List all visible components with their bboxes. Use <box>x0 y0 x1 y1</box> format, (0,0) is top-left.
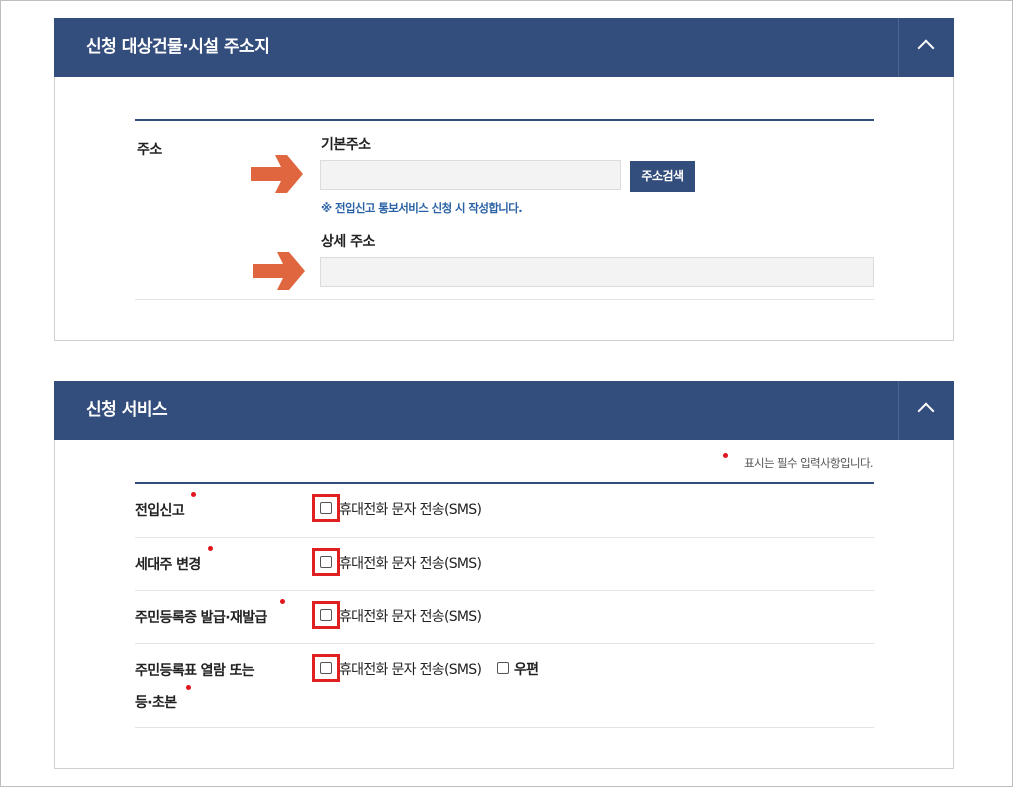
checkbox[interactable] <box>320 502 332 514</box>
collapse-button[interactable] <box>898 381 954 440</box>
detail-address-label: 상세 주소 <box>321 234 375 250</box>
mail-option-label: 우편 <box>514 662 539 678</box>
sms-option-label: 휴대전화 문자 전송(SMS) <box>339 662 482 678</box>
required-dot <box>186 685 191 690</box>
address-row-label: 주소 <box>137 142 162 158</box>
sms-checkbox-highlight[interactable] <box>312 601 340 629</box>
sms-checkbox-highlight[interactable] <box>312 494 340 522</box>
service-section: 신청 서비스 표시는 필수 입력사항입니다. 전입신고 휴대전화 문자 전송(S… <box>54 381 954 769</box>
service-section-header: 신청 서비스 <box>54 381 954 440</box>
service-label-move-in: 전입신고 <box>135 503 185 519</box>
address-section: 신청 대상건물·시설 주소지 주소 기본주소 주소검색 ※ 전입신고 통보서비스… <box>54 18 954 341</box>
service-section-title: 신청 서비스 <box>86 400 168 420</box>
service-label-resident-record-line1: 주민등록표 열람 또는 <box>135 663 255 679</box>
required-dot <box>280 599 285 604</box>
required-note: 표시는 필수 입력사항입니다. <box>744 456 874 470</box>
service-label-resident-record-line2: 등·초본 <box>135 695 177 711</box>
checkbox[interactable] <box>320 662 332 674</box>
basic-address-label: 기본주소 <box>321 137 371 153</box>
address-section-header: 신청 대상건물·시설 주소지 <box>54 18 954 77</box>
row-divider <box>135 590 874 591</box>
arrow-right-icon <box>253 252 305 290</box>
service-label-id-card: 주민등록증 발급·재발급 <box>135 610 267 626</box>
arrow-right-icon <box>251 155 303 193</box>
sms-option-label: 휴대전화 문자 전송(SMS) <box>339 609 482 625</box>
row-divider <box>135 299 874 300</box>
row-divider <box>135 537 874 538</box>
chevron-up-icon <box>917 402 935 420</box>
table-top-border <box>135 119 874 121</box>
required-dot <box>191 492 196 497</box>
row-divider <box>135 643 874 644</box>
chevron-up-icon <box>917 39 935 57</box>
collapse-button[interactable] <box>898 18 954 77</box>
table-top-border <box>135 482 874 484</box>
basic-address-input[interactable] <box>320 160 621 190</box>
sms-checkbox-highlight[interactable] <box>312 548 340 576</box>
address-section-title: 신청 대상건물·시설 주소지 <box>86 37 270 57</box>
sms-option-label: 휴대전화 문자 전송(SMS) <box>339 556 482 572</box>
address-search-button[interactable]: 주소검색 <box>630 161 695 192</box>
checkbox[interactable] <box>320 609 332 621</box>
detail-address-input[interactable] <box>320 257 874 287</box>
checkbox[interactable] <box>320 556 332 568</box>
required-dot <box>208 546 213 551</box>
address-note: ※ 전입신고 통보서비스 신청 시 작성합니다. <box>321 201 523 215</box>
sms-checkbox-highlight[interactable] <box>312 654 340 682</box>
sms-option-label: 휴대전화 문자 전송(SMS) <box>339 502 482 518</box>
required-dot <box>723 453 728 458</box>
row-divider <box>135 727 874 728</box>
mail-checkbox[interactable] <box>497 662 509 674</box>
service-label-head-change: 세대주 변경 <box>135 557 201 573</box>
